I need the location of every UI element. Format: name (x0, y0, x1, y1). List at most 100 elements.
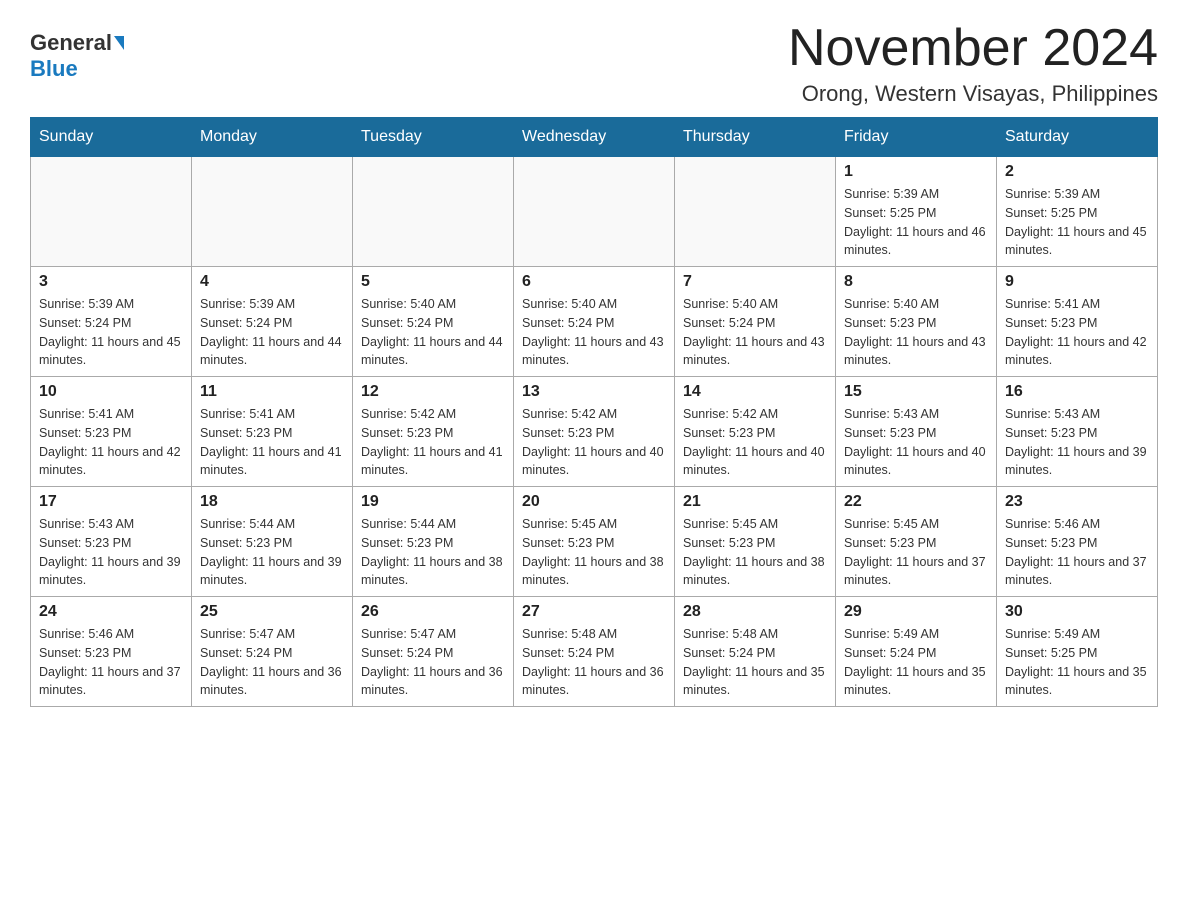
header-saturday: Saturday (997, 118, 1158, 157)
calendar-cell: 24 Sunrise: 5:46 AMSunset: 5:23 PMDayligh… (31, 597, 192, 707)
sun-info: Sunrise: 5:43 AMSunset: 5:23 PMDaylight:… (1005, 405, 1149, 480)
calendar-cell (353, 157, 514, 267)
calendar-cell: 7 Sunrise: 5:40 AMSunset: 5:24 PMDaylight… (675, 267, 836, 377)
day-number: 17 (39, 493, 183, 511)
day-number: 7 (683, 273, 827, 291)
sun-info: Sunrise: 5:42 AMSunset: 5:23 PMDaylight:… (361, 405, 505, 480)
page-header: General Blue November 2024 Orong, Wester… (30, 20, 1158, 107)
day-number: 28 (683, 603, 827, 621)
calendar-cell: 16 Sunrise: 5:43 AMSunset: 5:23 PMDayligh… (997, 377, 1158, 487)
day-number: 5 (361, 273, 505, 291)
sun-info: Sunrise: 5:45 AMSunset: 5:23 PMDaylight:… (844, 515, 988, 590)
week-row-4: 24 Sunrise: 5:46 AMSunset: 5:23 PMDayligh… (31, 597, 1158, 707)
day-number: 26 (361, 603, 505, 621)
day-number: 10 (39, 383, 183, 401)
calendar-cell: 1 Sunrise: 5:39 AMSunset: 5:25 PMDaylight… (836, 157, 997, 267)
calendar-header-row: SundayMondayTuesdayWednesdayThursdayFrid… (31, 118, 1158, 157)
calendar-cell (31, 157, 192, 267)
sun-info: Sunrise: 5:40 AMSunset: 5:24 PMDaylight:… (522, 295, 666, 370)
calendar-cell: 26 Sunrise: 5:47 AMSunset: 5:24 PMDayligh… (353, 597, 514, 707)
day-number: 11 (200, 383, 344, 401)
location-label: Orong, Western Visayas, Philippines (788, 81, 1158, 107)
calendar-cell: 25 Sunrise: 5:47 AMSunset: 5:24 PMDayligh… (192, 597, 353, 707)
day-number: 20 (522, 493, 666, 511)
month-title: November 2024 (788, 20, 1158, 77)
sun-info: Sunrise: 5:47 AMSunset: 5:24 PMDaylight:… (361, 625, 505, 700)
day-number: 16 (1005, 383, 1149, 401)
week-row-3: 17 Sunrise: 5:43 AMSunset: 5:23 PMDayligh… (31, 487, 1158, 597)
header-wednesday: Wednesday (514, 118, 675, 157)
day-number: 2 (1005, 163, 1149, 181)
sun-info: Sunrise: 5:39 AMSunset: 5:24 PMDaylight:… (39, 295, 183, 370)
calendar-cell: 27Sunrise: 5:48 AMSunset: 5:24 PMDayligh… (514, 597, 675, 707)
calendar-cell: 2 Sunrise: 5:39 AMSunset: 5:25 PMDaylight… (997, 157, 1158, 267)
week-row-0: 1 Sunrise: 5:39 AMSunset: 5:25 PMDaylight… (31, 157, 1158, 267)
sun-info: Sunrise: 5:44 AMSunset: 5:23 PMDaylight:… (200, 515, 344, 590)
day-number: 29 (844, 603, 988, 621)
sun-info: Sunrise: 5:39 AMSunset: 5:25 PMDaylight:… (844, 185, 988, 260)
calendar-cell: 23 Sunrise: 5:46 AMSunset: 5:23 PMDayligh… (997, 487, 1158, 597)
calendar-cell: 4 Sunrise: 5:39 AMSunset: 5:24 PMDaylight… (192, 267, 353, 377)
title-section: November 2024 Orong, Western Visayas, Ph… (788, 20, 1158, 107)
sun-info: Sunrise: 5:39 AMSunset: 5:24 PMDaylight:… (200, 295, 344, 370)
sun-info: Sunrise: 5:44 AMSunset: 5:23 PMDaylight:… (361, 515, 505, 590)
calendar-cell: 22 Sunrise: 5:45 AMSunset: 5:23 PMDayligh… (836, 487, 997, 597)
day-number: 22 (844, 493, 988, 511)
sun-info: Sunrise: 5:47 AMSunset: 5:24 PMDaylight:… (200, 625, 344, 700)
logo-triangle-icon (114, 36, 124, 50)
sun-info: Sunrise: 5:46 AMSunset: 5:23 PMDaylight:… (1005, 515, 1149, 590)
sun-info: Sunrise: 5:41 AMSunset: 5:23 PMDaylight:… (200, 405, 344, 480)
calendar-cell: 28 Sunrise: 5:48 AMSunset: 5:24 PMDayligh… (675, 597, 836, 707)
calendar-cell (514, 157, 675, 267)
calendar-cell: 21 Sunrise: 5:45 AMSunset: 5:23 PMDayligh… (675, 487, 836, 597)
calendar-cell: 14 Sunrise: 5:42 AMSunset: 5:23 PMDayligh… (675, 377, 836, 487)
calendar-cell: 20Sunrise: 5:45 AMSunset: 5:23 PMDayligh… (514, 487, 675, 597)
sun-info: Sunrise: 5:39 AMSunset: 5:25 PMDaylight:… (1005, 185, 1149, 260)
logo: General Blue (30, 20, 124, 82)
sun-info: Sunrise: 5:43 AMSunset: 5:23 PMDaylight:… (39, 515, 183, 590)
day-number: 14 (683, 383, 827, 401)
calendar-cell: 18Sunrise: 5:44 AMSunset: 5:23 PMDayligh… (192, 487, 353, 597)
calendar-cell: 11 Sunrise: 5:41 AMSunset: 5:23 PMDayligh… (192, 377, 353, 487)
day-number: 4 (200, 273, 344, 291)
day-number: 23 (1005, 493, 1149, 511)
sun-info: Sunrise: 5:41 AMSunset: 5:23 PMDaylight:… (39, 405, 183, 480)
calendar-cell: 9 Sunrise: 5:41 AMSunset: 5:23 PMDaylight… (997, 267, 1158, 377)
sun-info: Sunrise: 5:49 AMSunset: 5:24 PMDaylight:… (844, 625, 988, 700)
week-row-1: 3 Sunrise: 5:39 AMSunset: 5:24 PMDaylight… (31, 267, 1158, 377)
day-number: 30 (1005, 603, 1149, 621)
calendar-cell (675, 157, 836, 267)
sun-info: Sunrise: 5:40 AMSunset: 5:24 PMDaylight:… (683, 295, 827, 370)
day-number: 15 (844, 383, 988, 401)
sun-info: Sunrise: 5:48 AMSunset: 5:24 PMDaylight:… (683, 625, 827, 700)
calendar-cell: 10 Sunrise: 5:41 AMSunset: 5:23 PMDayligh… (31, 377, 192, 487)
calendar-table: SundayMondayTuesdayWednesdayThursdayFrid… (30, 117, 1158, 707)
header-friday: Friday (836, 118, 997, 157)
sun-info: Sunrise: 5:42 AMSunset: 5:23 PMDaylight:… (683, 405, 827, 480)
calendar-cell: 3 Sunrise: 5:39 AMSunset: 5:24 PMDaylight… (31, 267, 192, 377)
day-number: 21 (683, 493, 827, 511)
calendar-cell: 29 Sunrise: 5:49 AMSunset: 5:24 PMDayligh… (836, 597, 997, 707)
day-number: 24 (39, 603, 183, 621)
calendar-cell: 15Sunrise: 5:43 AMSunset: 5:23 PMDayligh… (836, 377, 997, 487)
sun-info: Sunrise: 5:41 AMSunset: 5:23 PMDaylight:… (1005, 295, 1149, 370)
sun-info: Sunrise: 5:40 AMSunset: 5:24 PMDaylight:… (361, 295, 505, 370)
week-row-2: 10 Sunrise: 5:41 AMSunset: 5:23 PMDayligh… (31, 377, 1158, 487)
day-number: 6 (522, 273, 666, 291)
calendar-cell: 12Sunrise: 5:42 AMSunset: 5:23 PMDayligh… (353, 377, 514, 487)
day-number: 3 (39, 273, 183, 291)
calendar-cell: 6 Sunrise: 5:40 AMSunset: 5:24 PMDaylight… (514, 267, 675, 377)
calendar-cell: 17 Sunrise: 5:43 AMSunset: 5:23 PMDayligh… (31, 487, 192, 597)
sun-info: Sunrise: 5:45 AMSunset: 5:23 PMDaylight:… (683, 515, 827, 590)
header-tuesday: Tuesday (353, 118, 514, 157)
day-number: 19 (361, 493, 505, 511)
header-sunday: Sunday (31, 118, 192, 157)
sun-info: Sunrise: 5:46 AMSunset: 5:23 PMDaylight:… (39, 625, 183, 700)
day-number: 27 (522, 603, 666, 621)
day-number: 25 (200, 603, 344, 621)
day-number: 1 (844, 163, 988, 181)
header-monday: Monday (192, 118, 353, 157)
sun-info: Sunrise: 5:42 AMSunset: 5:23 PMDaylight:… (522, 405, 666, 480)
calendar-cell: 5 Sunrise: 5:40 AMSunset: 5:24 PMDaylight… (353, 267, 514, 377)
day-number: 9 (1005, 273, 1149, 291)
